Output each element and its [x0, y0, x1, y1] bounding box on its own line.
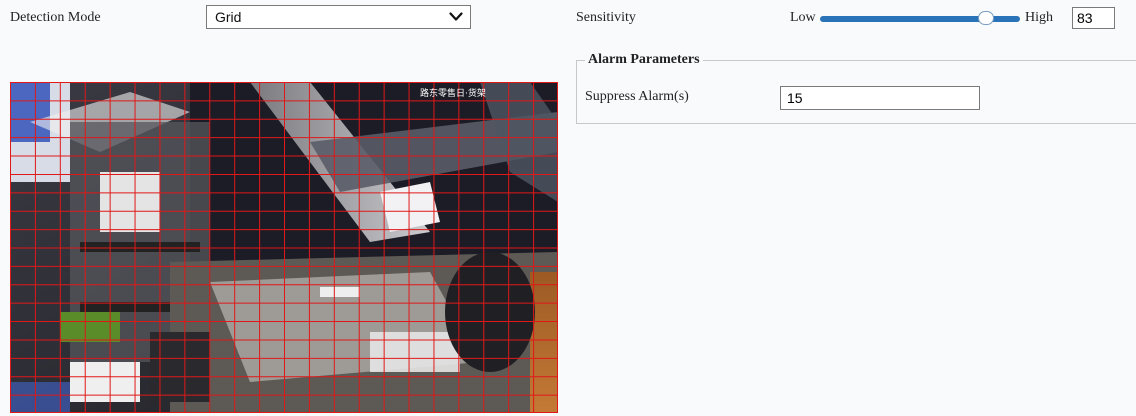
video-preview-canvas[interactable]: 路东零售日·货架 — [10, 82, 558, 413]
scene-wall — [530, 272, 558, 413]
chevron-down-icon — [448, 9, 464, 25]
detection-mode-label: Detection Mode — [10, 10, 101, 25]
motion-detection-settings: Detection Mode Grid 路东零售日·货架 Sensitivity… — [0, 0, 1136, 416]
scene-plant — [60, 312, 120, 342]
scene-sign-card — [100, 172, 160, 232]
suppress-alarm-label: Suppress Alarm(s) — [585, 89, 689, 104]
scene-counter-dark — [150, 332, 210, 402]
scene-sign-card — [70, 362, 140, 402]
scene-shelf-board — [80, 242, 200, 252]
sensitivity-high-label: High — [1025, 10, 1053, 25]
scene-item — [370, 332, 460, 372]
detection-mode-value: Grid — [215, 9, 242, 25]
alarm-parameters-legend: Alarm Parameters — [585, 52, 703, 68]
sensitivity-label: Sensitivity — [576, 10, 636, 25]
sensitivity-slider[interactable] — [820, 11, 1020, 27]
alarm-parameters-group: Alarm Parameters Suppress Alarm(s) — [576, 52, 1136, 124]
detection-mode-select[interactable]: Grid — [206, 5, 471, 29]
scene-sign — [10, 82, 50, 142]
video-preview[interactable]: 路东零售日·货架 — [10, 82, 558, 413]
suppress-alarm-input[interactable] — [780, 86, 980, 110]
video-overlay-text: 路东零售日·货架 — [420, 87, 486, 99]
sensitivity-low-label: Low — [790, 10, 816, 25]
scene-sign — [10, 382, 70, 413]
sensitivity-value-input[interactable] — [1072, 7, 1115, 29]
scene-item — [320, 287, 360, 297]
sensitivity-slider-thumb[interactable] — [978, 11, 994, 25]
